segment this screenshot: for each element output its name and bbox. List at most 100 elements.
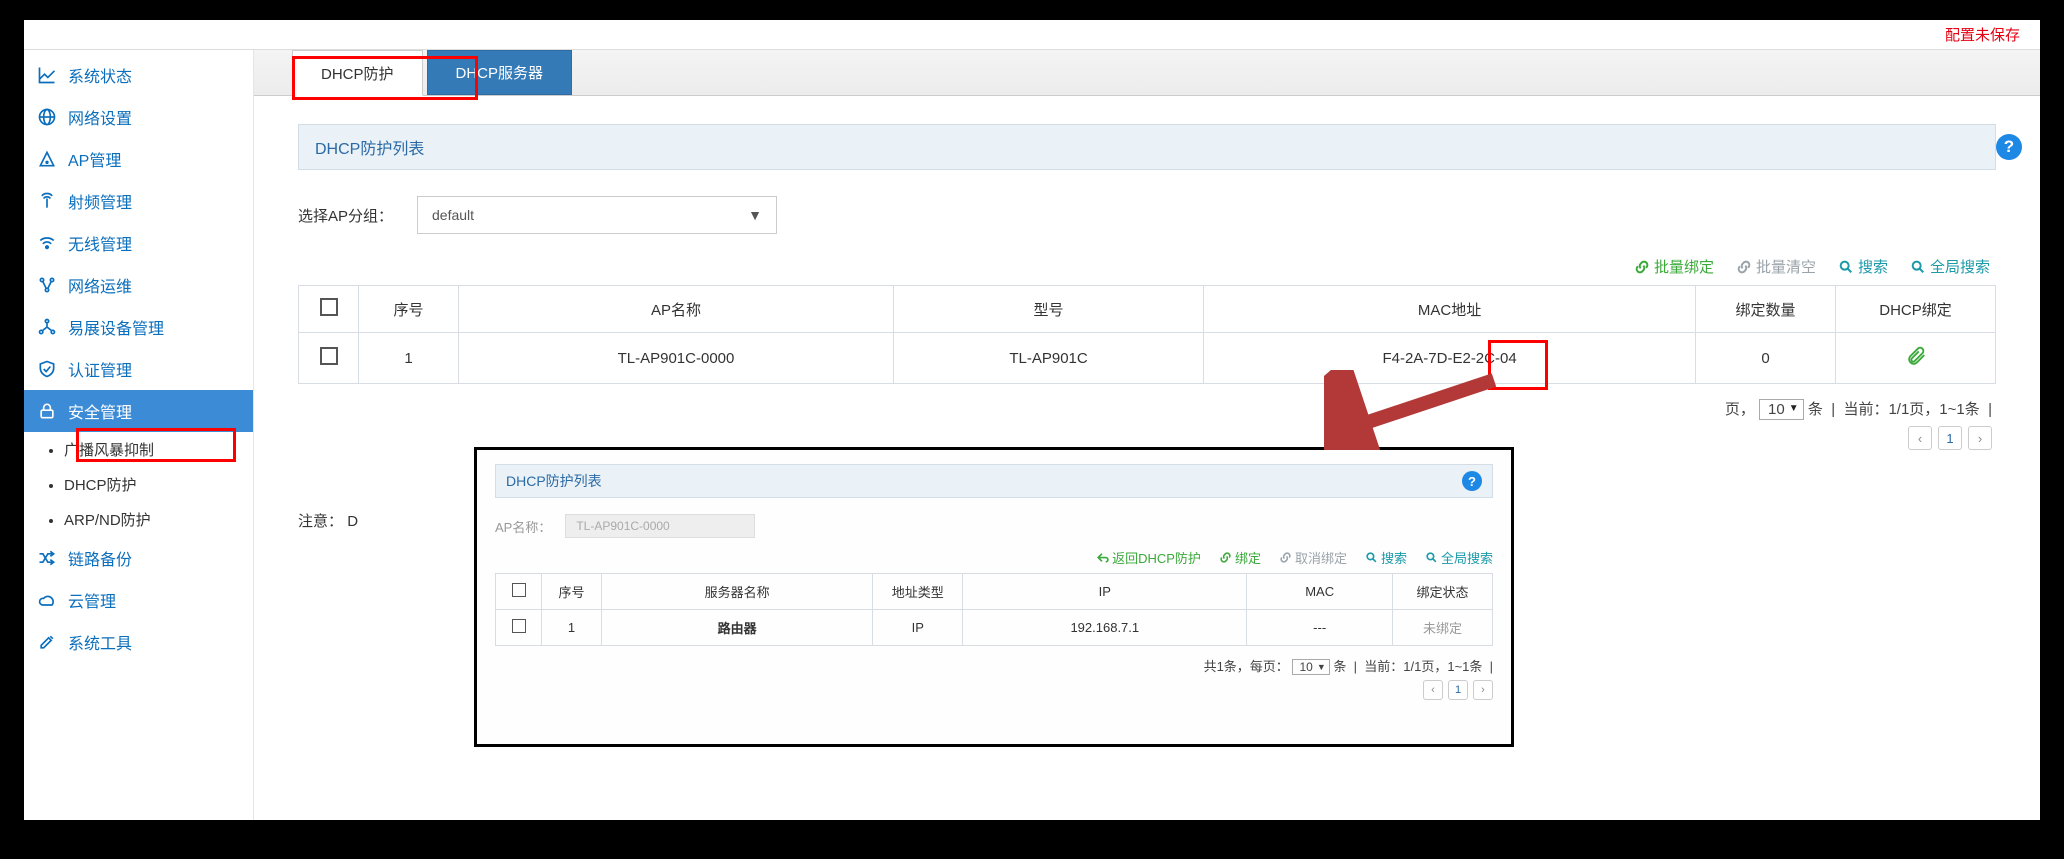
bind-button[interactable]: 绑定 (1219, 548, 1261, 567)
pager: 页， 10 条 | 当前：1/1页，1~1条 | ‹ 1 › (298, 384, 1996, 450)
help-icon[interactable]: ? (1996, 134, 2022, 160)
back-button[interactable]: 返回DHCP防护 (1096, 548, 1201, 567)
tab-dhcp-protect[interactable]: DHCP防护 (292, 50, 423, 96)
nav-label: 网络运维 (68, 273, 132, 297)
bulk-bind-button[interactable]: 批量绑定 (1634, 256, 1714, 277)
unbind-button[interactable]: 取消绑定 (1279, 548, 1347, 567)
search-globe-icon (1425, 551, 1438, 564)
nav-label: 无线管理 (68, 231, 132, 255)
nav-wireless-mgmt[interactable]: 无线管理 (24, 222, 253, 264)
link-icon (1219, 551, 1232, 564)
select-all-checkbox[interactable] (320, 298, 338, 316)
search-icon (1838, 259, 1854, 275)
overlay-global-search-button[interactable]: 全局搜索 (1425, 548, 1493, 567)
pager-next[interactable]: › (1968, 426, 1992, 450)
sub-arp-nd[interactable]: ARP/ND防护 (64, 502, 253, 537)
pager-status: 当前：1/1页，1~1条 (1843, 401, 1979, 418)
ap-table: 序号 AP名称 型号 MAC地址 绑定数量 DHCP绑定 1 TL-AP901 (298, 285, 1996, 384)
ov-col-server: 服务器名称 (602, 574, 873, 610)
overlay-select-all-checkbox[interactable] (512, 583, 526, 597)
nav-easy-expand[interactable]: 易展设备管理 (24, 306, 253, 348)
nav-cloud-mgmt[interactable]: 云管理 (24, 579, 253, 621)
topology-icon (36, 316, 58, 338)
action-label: 批量清空 (1756, 256, 1816, 277)
shuffle-icon (36, 547, 58, 569)
sub-dhcp-protect[interactable]: DHCP防护 (64, 467, 253, 502)
tab-dhcp-server[interactable]: DHCP服务器 (427, 50, 573, 95)
overlay-help-icon[interactable]: ? (1462, 471, 1482, 491)
ov-pager-prev[interactable]: ‹ (1423, 680, 1443, 700)
nav-security-mgmt[interactable]: 安全管理 (24, 390, 253, 432)
ov-col-status: 绑定状态 (1393, 574, 1493, 610)
ov-pager-next[interactable]: › (1473, 680, 1493, 700)
tab-bar: DHCP防护 DHCP服务器 (254, 50, 2040, 96)
ov-cell-ip: 192.168.7.1 (963, 610, 1247, 646)
nav-rf-mgmt[interactable]: 射频管理 (24, 180, 253, 222)
search-globe-icon (1910, 259, 1926, 275)
nav-label: 云管理 (68, 588, 116, 612)
search-icon (1365, 551, 1378, 564)
ov-col-ip: IP (963, 574, 1247, 610)
nav-network-ops[interactable]: 网络运维 (24, 264, 253, 306)
cloud-icon (36, 589, 58, 611)
paperclip-icon[interactable] (1905, 345, 1927, 367)
ov-pager-unit: 条 (1333, 659, 1346, 674)
action-label: 全局搜索 (1441, 548, 1493, 567)
ov-cell-server: 路由器 (602, 610, 873, 646)
action-label: 搜索 (1858, 256, 1888, 277)
action-label: 绑定 (1235, 548, 1261, 567)
overlay-table-row: 1 路由器 IP 192.168.7.1 --- 未绑定 (496, 610, 1493, 646)
ov-cell-idx: 1 (542, 610, 602, 646)
sidebar: 系统状态 网络设置 AP管理 射频管理 (24, 50, 254, 820)
antenna-icon (36, 190, 58, 212)
nav-label: AP管理 (68, 147, 121, 171)
tools-icon (36, 631, 58, 653)
nav-label: 链路备份 (68, 546, 132, 570)
overlay-search-button[interactable]: 搜索 (1365, 548, 1407, 567)
ap-group-select[interactable]: default ▼ (417, 196, 777, 234)
overlay-row-checkbox[interactable] (512, 619, 526, 633)
sub-broadcast-storm[interactable]: 广播风暴抑制 (64, 432, 253, 467)
note-prefix: 注意： (298, 513, 343, 530)
pager-prev[interactable]: ‹ (1908, 426, 1932, 450)
link-icon (1634, 259, 1650, 275)
nav-network-settings[interactable]: 网络设置 (24, 96, 253, 138)
ov-col-addr-type: 地址类型 (873, 574, 963, 610)
cell-count: 0 (1696, 333, 1836, 384)
overlay-table: 序号 服务器名称 地址类型 IP MAC 绑定状态 1 路由器 IP 192.1… (495, 573, 1493, 646)
row-checkbox[interactable] (320, 347, 338, 365)
cell-mac: F4-2A-7D-E2-2C-04 (1204, 333, 1696, 384)
ov-cell-mac: --- (1247, 610, 1393, 646)
ap-icon (36, 148, 58, 170)
ov-col-mac: MAC (1247, 574, 1393, 610)
per-page-select[interactable]: 10 (1759, 399, 1804, 420)
col-mac: MAC地址 (1204, 286, 1696, 333)
nav-label: 系统状态 (68, 63, 132, 87)
nav-ap-mgmt[interactable]: AP管理 (24, 138, 253, 180)
bulk-clear-button[interactable]: 批量清空 (1736, 256, 1816, 277)
table-header-row: 序号 AP名称 型号 MAC地址 绑定数量 DHCP绑定 (299, 286, 1996, 333)
table-row: 1 TL-AP901C-0000 TL-AP901C F4-2A-7D-E2-2… (299, 333, 1996, 384)
ov-cell-status: 未绑定 (1393, 610, 1493, 646)
cell-model: TL-AP901C (893, 333, 1203, 384)
global-search-button[interactable]: 全局搜索 (1910, 256, 1990, 277)
nav-link-backup[interactable]: 链路备份 (24, 537, 253, 579)
ov-per-page-select[interactable]: 10 (1292, 659, 1329, 675)
nav-label: 射频管理 (68, 189, 132, 213)
pager-prefix: 页， (1725, 401, 1755, 418)
chart-line-icon (36, 64, 58, 86)
cell-apname: TL-AP901C-0000 (459, 333, 894, 384)
ov-pager-page-1[interactable]: 1 (1448, 680, 1468, 700)
security-submenu: 广播风暴抑制 DHCP防护 ARP/ND防护 (24, 432, 253, 537)
nav-label: 易展设备管理 (68, 315, 164, 339)
nav-system-tools[interactable]: 系统工具 (24, 621, 253, 663)
sub-label: 广播风暴抑制 (64, 442, 154, 459)
overlay-pager: 共1条，每页： 10 条 | 当前：1/1页，1~1条 | ‹ 1 › (495, 646, 1493, 700)
nav-system-status[interactable]: 系统状态 (24, 54, 253, 96)
config-unsaved-label: 配置未保存 (1945, 27, 2020, 44)
nav-label: 网络设置 (68, 105, 132, 129)
search-button[interactable]: 搜索 (1838, 256, 1888, 277)
pager-page-1[interactable]: 1 (1938, 426, 1962, 450)
sub-label: DHCP防护 (64, 477, 137, 494)
nav-auth-mgmt[interactable]: 认证管理 (24, 348, 253, 390)
